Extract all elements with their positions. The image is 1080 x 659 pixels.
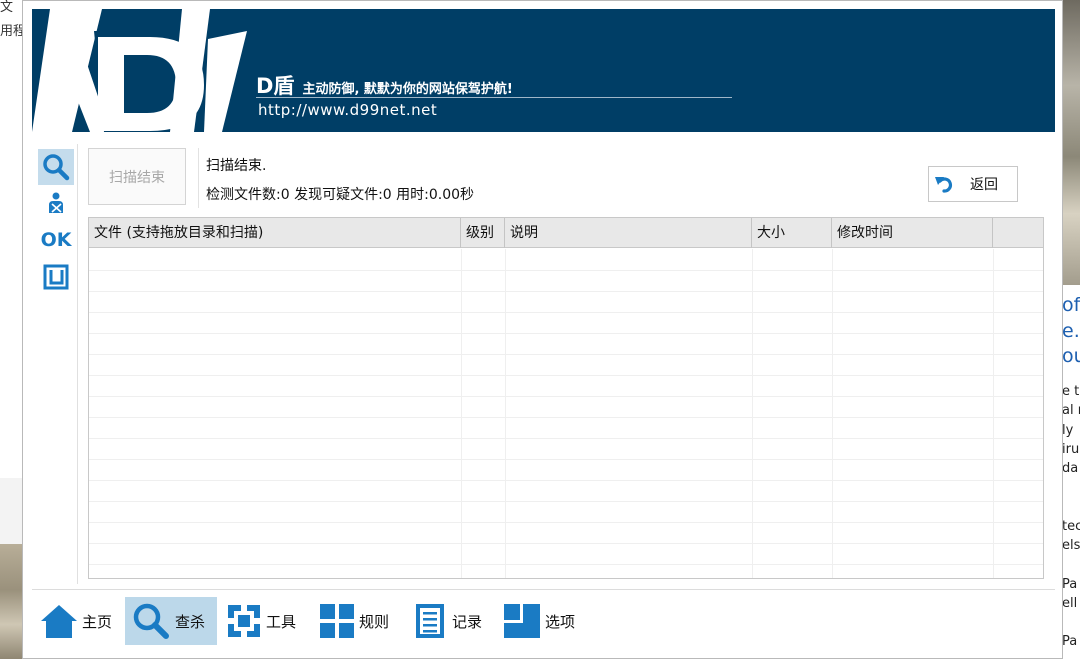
nav-rules[interactable]: 规则 [313,597,401,645]
column-gridline [832,249,833,578]
scan-end-button[interactable]: 扫描结束 [88,148,186,205]
table-row-gridline [89,270,1043,271]
home-icon [41,605,77,638]
person-cross-icon [49,192,63,213]
back-button-label: 返回 [970,177,998,193]
column-header-level[interactable]: 级别 [461,218,505,248]
table-row-gridline [89,333,1043,334]
table-row-gridline [89,543,1043,544]
background-text: da [1062,461,1079,476]
log-icon [416,604,444,638]
nav-home-label: 主页 [82,612,113,631]
scan-stats-text: 检测文件数:0 发现可疑文件:0 用时:0.00秒 [206,187,475,203]
column-header-modified-time[interactable]: 修改时间 [832,218,993,248]
column-header-file[interactable]: 文件 (支持拖放目录和扫描) [89,218,461,248]
column-header-size[interactable]: 大小 [752,218,832,248]
header-banner: D盾 主动防御, 默默为你的网站保驾护航! http://www.d99net.… [32,9,1055,132]
table-row-gridline [89,564,1043,565]
nav-scan-label: 查杀 [175,612,206,631]
rules-icon [320,604,354,638]
undo-arrow-icon [935,177,953,193]
background-text: ly [1062,423,1074,438]
table-row-gridline [89,396,1043,397]
table-row-gridline [89,291,1043,292]
table-row-gridline [89,354,1043,355]
table-header: 文件 (支持拖放目录和扫描) 级别 说明 大小 修改时间 [89,218,1043,248]
magnifier-icon [43,154,70,181]
table-row-gridline [89,501,1043,502]
background-text: e t [1062,384,1080,399]
sidebar-ok-button[interactable]: OK [38,222,74,258]
sidebar-frame-button[interactable] [38,259,74,295]
frame-icon [43,264,69,290]
ok-icon: OK [40,229,72,251]
table-row-gridline [89,312,1043,313]
background-text: ou [1062,345,1080,367]
table-row-gridline [89,480,1043,481]
banner-tagline: D盾 主动防御, 默默为你的网站保驾护航! [256,70,513,100]
nav-log-label: 记录 [452,612,483,631]
d-shield-logo [32,9,247,132]
sidebar-webshell-button[interactable] [38,185,74,221]
banner-divider [256,97,732,98]
scan-results-table[interactable]: 文件 (支持拖放目录和扫描) 级别 说明 大小 修改时间 [88,217,1044,579]
background-text: Pa [1062,577,1078,592]
nav-home[interactable]: 主页 [34,597,116,645]
column-header-description[interactable]: 说明 [505,218,752,248]
background-text: 文 [0,0,14,15]
background-text: iru [1062,442,1080,457]
column-gridline [505,249,506,578]
table-row-gridline [89,522,1043,523]
brand-slogan: 主动防御, 默默为你的网站保驾护航! [302,82,513,97]
bottom-navigation: 主页 查杀 工具 规则 记录 选项 [32,589,1055,654]
background-text: tec [1062,519,1080,534]
column-gridline [993,249,994,578]
background-text: 用程 [0,24,24,39]
background-text: Pa [1062,634,1078,649]
nav-options[interactable]: 选项 [497,597,585,645]
options-icon [504,604,540,638]
nav-tools[interactable]: 工具 [220,597,308,645]
nav-options-label: 选项 [545,612,576,631]
sidebar-scan-button[interactable] [38,149,74,185]
background-text: al r [1062,403,1080,418]
controls-divider [198,148,199,208]
background-text: of [1062,294,1080,316]
nav-rules-label: 规则 [359,612,390,631]
desktop-left-background: 文 用程 [0,0,24,659]
background-text: els [1062,538,1080,553]
search-icon [133,603,169,639]
column-gridline [752,249,753,578]
background-text: e. [1062,320,1080,342]
nav-log[interactable]: 记录 [406,597,494,645]
nav-tools-label: 工具 [266,612,297,631]
table-row-gridline [89,375,1043,376]
table-row-gridline [89,438,1043,439]
nav-scan[interactable]: 查杀 [125,597,217,645]
app-window: D盾 主动防御, 默默为你的网站保驾护航! http://www.d99net.… [22,0,1063,659]
background-text: ell [1062,596,1078,611]
scan-status-text: 扫描结束. [206,158,267,174]
tools-icon [226,603,262,639]
desktop-right-background: of e. ou e t al r ly iru da tec els Pa e… [1062,0,1080,659]
brand-name: D盾 [256,74,295,98]
table-row-gridline [89,459,1043,460]
column-gridline [461,249,462,578]
table-row-gridline [89,417,1043,418]
website-url[interactable]: http://www.d99net.net [258,101,437,119]
table-body [89,249,1043,578]
left-icon-bar: OK [32,144,78,584]
back-button[interactable]: 返回 [928,166,1018,202]
column-header-filler [993,218,1043,248]
